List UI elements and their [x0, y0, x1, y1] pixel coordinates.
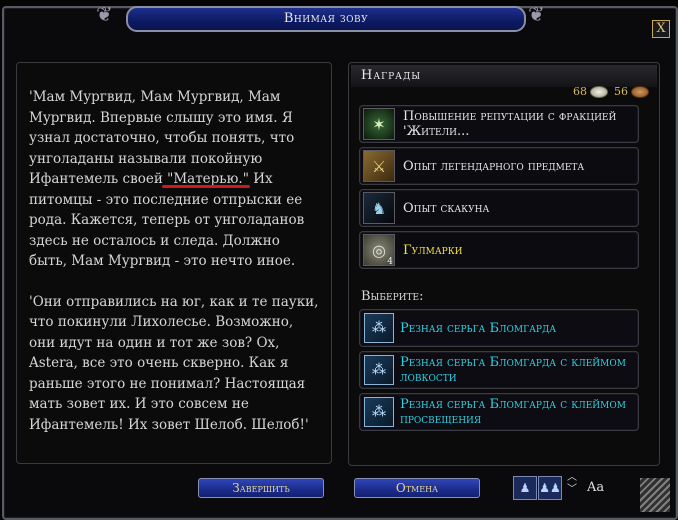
close-button[interactable]: X	[652, 20, 670, 38]
mark-icon: ◎ 4	[363, 234, 395, 267]
quest-paragraph-2: 'Они отправились на юг, как и те пауки, …	[29, 293, 319, 433]
copper-value: 56	[614, 85, 628, 98]
chevron-down-icon[interactable]: ﹀	[567, 484, 577, 496]
legendary-item-icon: ⚔	[363, 150, 395, 182]
choice-earring-2[interactable]: ⁂ Резная серьга Бломгарда с клеймом ловк…	[359, 351, 639, 389]
reward-legendary-xp[interactable]: ⚔ Опыт легендарного предмета	[359, 147, 639, 185]
red-underline-annotation	[162, 185, 250, 188]
resize-handle[interactable]	[640, 478, 670, 512]
group-figures-icon[interactable]: ♟♟	[538, 476, 562, 500]
earring-icon: ⁂	[364, 397, 394, 427]
copper-coin-icon	[631, 85, 649, 98]
reward-label: Гулмарки	[403, 242, 463, 258]
choose-label: Выберите:	[361, 289, 424, 304]
reward-marks[interactable]: ◎ 4 Гулмарки	[359, 231, 639, 269]
reward-label: Опыт скакуна	[403, 200, 490, 216]
font-size-arrows[interactable]: ︿ ﹀	[567, 472, 577, 496]
font-size-label: Aa	[587, 480, 605, 495]
mark-glyph: ◎	[372, 240, 386, 260]
choice-earring-3[interactable]: ⁂ Резная серьга Бломгарда с клеймом прос…	[359, 393, 639, 431]
reward-reputation[interactable]: ✶ Повышение репутации с фракцией 'Жители…	[359, 105, 639, 143]
complete-button[interactable]: Завершить	[198, 478, 324, 498]
title-ornament-right: ❦	[528, 2, 545, 26]
silver-coin-icon	[590, 85, 608, 98]
silver-amount: 68	[573, 85, 608, 98]
money-reward: 68 56	[573, 85, 649, 98]
copper-amount: 56	[614, 85, 649, 98]
reputation-icon: ✶	[363, 108, 395, 140]
reward-mount-xp[interactable]: ♞ Опыт скакуна	[359, 189, 639, 227]
choice-label: Резная серьга Бломгарда с клеймом ловкос…	[400, 355, 626, 385]
single-figure-icon[interactable]: ♟	[513, 476, 537, 500]
choice-label: Резная серьга Бломгарда с клеймом просве…	[400, 397, 626, 427]
chevron-up-icon[interactable]: ︿	[567, 472, 577, 484]
earring-icon: ⁂	[364, 355, 394, 385]
horse-icon: ♞	[363, 192, 395, 224]
rewards-header: Награды	[351, 65, 657, 87]
window-title: Внимая зову	[126, 6, 526, 32]
quest-text-panel: 'Мам Мургвид, Мам Мургвид, Мам Мургвид. …	[16, 62, 332, 464]
reward-label: Опыт легендарного предмета	[403, 158, 585, 174]
earring-icon: ⁂	[364, 313, 394, 343]
rewards-panel: Награды 68 56 ✶ Повышение репутации с фр…	[348, 62, 660, 466]
choice-earring-1[interactable]: ⁂ Резная серьга Бломгарда	[359, 309, 639, 347]
quest-paragraph-1: 'Мам Мургвид, Мам Мургвид, Мам Мургвид. …	[29, 89, 305, 269]
mark-count: 4	[387, 257, 393, 267]
reward-label: Повышение репутации с фракцией 'Жители..…	[403, 109, 617, 139]
silver-value: 68	[573, 85, 587, 98]
choice-label: Резная серьга Бломгарда	[400, 320, 557, 336]
cancel-button[interactable]: Отмена	[354, 478, 480, 498]
